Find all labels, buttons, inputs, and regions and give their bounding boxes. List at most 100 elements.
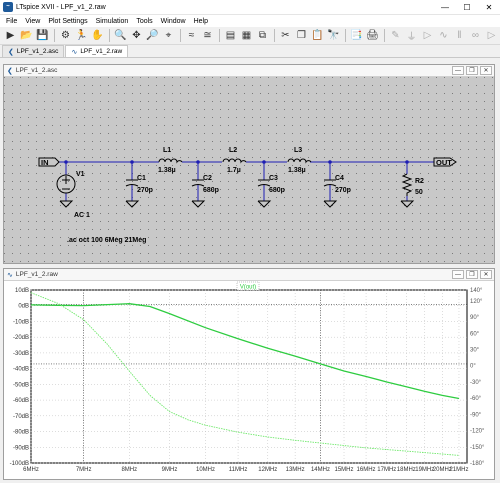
diode-icon[interactable]: ▷ (484, 28, 499, 43)
print-preview-icon[interactable]: 📑 (349, 28, 364, 43)
c1-value: 270p (137, 187, 153, 194)
x-tick-label: 8MHz (121, 467, 137, 473)
capacitor-icon[interactable]: ‖ (452, 28, 467, 43)
c4-name: C4 (335, 175, 344, 182)
minimize-icon[interactable]: — (434, 0, 456, 15)
toolbar: ▶ 📂 💾 ⚙ 🏃 ✋ 🔍 ✥ 🔎 ⌖ ≈ ≅ ▤ ▦ ⧉ ✂ ❐ 📋 🔭 📑 … (0, 27, 500, 45)
x-tick-label: 10MHz (196, 467, 215, 473)
schematic-canvas[interactable]: IN OUT V1 AC 1 C1 270p L1 1.38µ C2 680p … (4, 77, 494, 263)
menu-simulation[interactable]: Simulation (92, 18, 133, 25)
x-tick-label: 15MHz (335, 467, 354, 473)
control-panel-icon[interactable]: ⚙ (58, 28, 73, 43)
tile-vertical-icon[interactable]: ▦ (239, 28, 254, 43)
x-tick-label: 13MHz (286, 467, 305, 473)
menu-file[interactable]: File (2, 18, 21, 25)
label-net-icon[interactable]: ▷ (420, 28, 435, 43)
menu-plot-settings[interactable]: Plot Settings (44, 18, 91, 25)
restore-icon[interactable]: ❐ (466, 66, 478, 75)
y2-tick-label: 120° (470, 299, 483, 305)
v1-value: AC 1 (74, 212, 90, 219)
wire-icon[interactable]: ✎ (388, 28, 403, 43)
menu-view[interactable]: View (21, 18, 44, 25)
paste-icon[interactable]: 📋 (310, 28, 325, 43)
y2-tick-label: 60° (470, 331, 480, 337)
x-tick-label: 11MHz (229, 467, 248, 473)
y2-tick-label: -150° (470, 445, 485, 451)
zoom-out-icon[interactable]: 🔎 (145, 28, 160, 43)
x-tick-label: 21MHz (449, 467, 468, 473)
schematic-icon: ❮ (7, 67, 13, 75)
y-tick-label: -30dB (13, 351, 29, 357)
maximize-icon[interactable]: ☐ (456, 0, 478, 15)
close-icon[interactable]: ✕ (480, 66, 492, 75)
x-tick-label: 18MHz (397, 467, 416, 473)
port-out-label: OUT (436, 158, 452, 167)
c3-name: C3 (269, 175, 278, 182)
mdi-workspace: ❮ LPF_v1_2.asc — ❐ ✕ IN OUT V1 AC 1 C1 2… (0, 58, 500, 483)
ground-icon[interactable]: ⏚ (404, 28, 419, 43)
menu-window[interactable]: Window (157, 18, 190, 25)
find-icon[interactable]: 🔭 (326, 28, 341, 43)
menu-help[interactable]: Help (190, 18, 212, 25)
y-tick-label: -50dB (13, 382, 29, 388)
x-tick-label: 9MHz (162, 467, 178, 473)
add-trace-icon[interactable]: ≅ (200, 28, 215, 43)
open-folder-icon[interactable]: 📂 (19, 28, 34, 43)
waveform-window: ∿ LPF_v1_2.raw — ❐ ✕ 6MHz 7MHz 8MHz 9MHz 10M… (3, 268, 495, 480)
trace-label[interactable]: V(out) (240, 285, 256, 291)
x-axis-ticks: 6MHz 7MHz 8MHz 9MHz 10MHz 11MHz 12MHz 13MHz 14MH… (23, 467, 468, 473)
restore-icon[interactable]: ❐ (466, 270, 478, 279)
y-tick-label: -60dB (13, 398, 29, 404)
run-icon[interactable]: 🏃 (74, 28, 89, 43)
toolbar-separator (345, 29, 346, 42)
tab-waveform[interactable]: ∿ LPF_v1_2.raw (65, 45, 129, 57)
pan-icon[interactable]: ✥ (129, 28, 144, 43)
spice-directive[interactable]: .ac oct 100 6Meg 21Meg (67, 237, 146, 244)
close-icon[interactable]: ✕ (480, 270, 492, 279)
save-icon[interactable]: 💾 (35, 28, 50, 43)
zoom-in-icon[interactable]: 🔍 (113, 28, 128, 43)
print-icon[interactable]: 🖨 (365, 28, 380, 43)
c2-name: C2 (203, 175, 212, 182)
port-in-label: IN (41, 158, 49, 167)
r2-value: 50 (415, 189, 423, 196)
close-icon[interactable]: ✕ (478, 0, 500, 15)
new-schematic-icon[interactable]: ▶ (3, 28, 18, 43)
y2-tick-label: 0° (470, 364, 476, 370)
document-tabs: ❮ LPF_v1_2.asc ∿ LPF_v1_2.raw (0, 45, 500, 58)
y-tick-label: 0dB (18, 304, 29, 310)
c2-value: 680p (203, 187, 219, 194)
y-tick-label: -40dB (13, 367, 29, 373)
l3-name: L3 (294, 147, 302, 154)
x-tick-label: 14MHz (311, 467, 330, 473)
title-bar: ~ LTspice XVII - LPF_v1_2.raw — ☐ ✕ (0, 0, 500, 15)
minimize-icon[interactable]: — (452, 66, 464, 75)
autorange-icon[interactable]: ≈ (184, 28, 199, 43)
y2-tick-label: 140° (470, 288, 483, 294)
l1-value: 1.38µ (158, 167, 176, 174)
cut-icon[interactable]: ✂ (278, 28, 293, 43)
toolbar-separator (219, 29, 220, 42)
v1-name: V1 (76, 171, 85, 178)
tile-horizontal-icon[interactable]: ▤ (223, 28, 238, 43)
l3-value: 1.38µ (288, 167, 306, 174)
menu-tools[interactable]: Tools (132, 18, 156, 25)
cascade-icon[interactable]: ⧉ (255, 28, 270, 43)
waveform-window-titlebar: ∿ LPF_v1_2.raw — ❐ ✕ (4, 269, 494, 281)
tab-label: LPF_v1_2.asc (16, 48, 59, 55)
tab-schematic[interactable]: ❮ LPF_v1_2.asc (2, 45, 65, 57)
y-tick-label: -90dB (13, 445, 29, 451)
resistor-icon[interactable]: ∿ (436, 28, 451, 43)
window-title: LTspice XVII - LPF_v1_2.raw (16, 3, 106, 11)
inductor-icon[interactable]: ∞ (468, 28, 483, 43)
x-tick-label: 16MHz (357, 467, 376, 473)
zoom-fit-icon[interactable]: ⌖ (161, 28, 176, 43)
minimize-icon[interactable]: — (452, 270, 464, 279)
halt-icon[interactable]: ✋ (90, 28, 105, 43)
toolbar-separator (109, 29, 110, 42)
y-tick-label: -100dB (10, 461, 29, 467)
x-tick-label: 17MHz (377, 467, 396, 473)
waveform-plot[interactable]: 6MHz 7MHz 8MHz 9MHz 10MHz 11MHz 12MHz 13MHz 14MH… (4, 281, 494, 479)
copy-icon[interactable]: ❐ (294, 28, 309, 43)
y2-tick-label: 30° (470, 347, 480, 353)
